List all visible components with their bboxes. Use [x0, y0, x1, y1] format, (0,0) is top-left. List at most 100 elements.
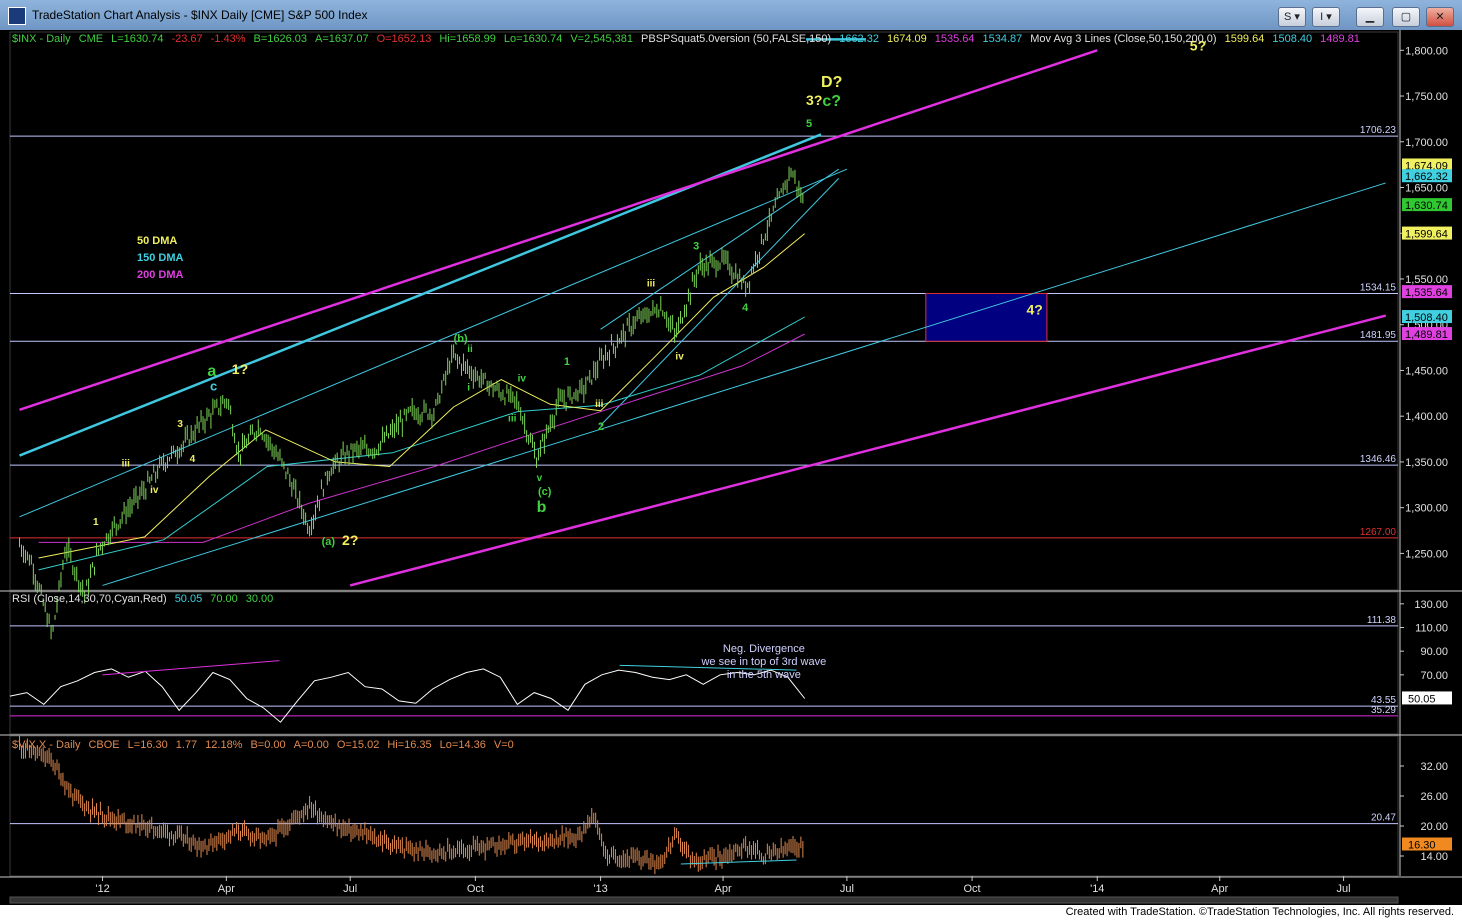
- x-tick-label: Oct: [467, 883, 484, 895]
- close-button[interactable]: ✕: [1426, 7, 1454, 27]
- footer: Created with TradeStation. ©TradeStation…: [0, 905, 1462, 920]
- header-field: -23.67: [171, 33, 202, 45]
- header-field: Hi=1658.99: [439, 33, 496, 45]
- header-field: O=1652.13: [377, 33, 432, 45]
- horizontal-line-label: 1706.23: [1360, 125, 1397, 136]
- wave-label: 3?: [806, 92, 822, 108]
- wave-label: 5: [806, 118, 812, 130]
- x-tick-label: '12: [95, 883, 109, 895]
- minimize-button[interactable]: ▁: [1356, 7, 1384, 27]
- x-tick-label: Oct: [964, 883, 981, 895]
- title-bar[interactable]: TradeStation Chart Analysis - $INX Daily…: [0, 0, 1462, 31]
- header-field: 1508.40: [1272, 33, 1312, 45]
- rsi-header-field: 70.00: [210, 593, 238, 605]
- y-tick-label: 20.00: [1420, 821, 1448, 833]
- last-value-label: 1,508.40: [1405, 312, 1448, 324]
- x-tick-label: '13: [593, 883, 607, 895]
- last-value-label: 1,662.32: [1405, 171, 1448, 183]
- wave-label: c?: [822, 93, 841, 110]
- wave-label: 3: [693, 241, 699, 253]
- rsi-annotation: Neg. Divergence: [723, 643, 805, 655]
- x-tick-label: Apr: [218, 883, 235, 895]
- last-value-label: 1,599.64: [1405, 229, 1448, 241]
- vix-header-field: V=0: [494, 739, 514, 751]
- wave-label: 4: [190, 454, 196, 465]
- y-tick-label: 32.00: [1420, 761, 1448, 773]
- vix-bars: [19, 735, 804, 875]
- header-field: B=1626.03: [254, 33, 308, 45]
- chart-area[interactable]: 1,250.00 1,300.00 1,350.00 1,400.00 1,450.00…: [0, 30, 1462, 905]
- price-header: $INX - Daily CME L=1630.74 -23.67 -1.43% B=16…: [12, 33, 1360, 45]
- wave-label: D?: [821, 74, 842, 91]
- vix-header-field: A=0.00: [294, 739, 329, 751]
- y-tick-label: 1,650.00: [1405, 183, 1448, 195]
- horizontal-line-label: 1534.15: [1360, 282, 1397, 293]
- wave-label: iv: [518, 373, 527, 384]
- rsi-header-field: 30.00: [246, 593, 274, 605]
- wave-label: a: [207, 363, 216, 380]
- y-tick-label: 1,450.00: [1405, 365, 1448, 377]
- wave-label: 2?: [342, 532, 358, 548]
- indicator-button[interactable]: I ▾: [1312, 7, 1340, 27]
- header-field: 1489.81: [1320, 33, 1360, 45]
- ma150-line: [38, 316, 805, 571]
- y-tick-label: 70.00: [1420, 670, 1448, 682]
- rsi-header-field: RSI (Close,14,30,70,Cyan,Red): [12, 593, 167, 605]
- y-tick-label: 1,550.00: [1405, 274, 1448, 286]
- wave-label: i: [467, 383, 470, 394]
- horizontal-line-label: 1346.46: [1360, 454, 1397, 465]
- x-tick-label: Apr: [1211, 883, 1228, 895]
- rsi-divergence-line: [102, 660, 280, 676]
- trendline: [102, 182, 1386, 586]
- wave-label: iii: [122, 459, 131, 470]
- wave-label: 1?: [232, 361, 248, 377]
- chart-svg[interactable]: 1,250.00 1,300.00 1,350.00 1,400.00 1,450.00…: [0, 30, 1462, 905]
- header-field: -1.43%: [211, 33, 246, 45]
- wave-label: 4: [742, 302, 749, 314]
- horizontal-line-label: 20.47: [1371, 813, 1396, 824]
- wave-label: c: [210, 379, 217, 394]
- y-tick-label: 1,250.00: [1405, 548, 1448, 560]
- wave-label: 3: [177, 419, 183, 430]
- vix-header-field: 12.18%: [205, 739, 243, 751]
- vix-header-field: O=15.02: [337, 739, 380, 751]
- horizontal-line-label: 1267.00: [1360, 527, 1397, 538]
- y-tick-label: 1,400.00: [1405, 411, 1448, 423]
- header-field: Mov Avg 3 Lines (Close,50,150,200,0): [1030, 33, 1216, 45]
- header-field: V=2,545,381: [570, 33, 633, 45]
- trendline: [600, 178, 840, 426]
- wave-label: (a): [322, 536, 336, 548]
- wave-label: b: [537, 499, 547, 516]
- wave-label: 2: [598, 421, 604, 433]
- trendlines: [19, 38, 1387, 587]
- header-field: 1674.09: [887, 33, 927, 45]
- wave-label: (b): [454, 333, 468, 345]
- header-field: 1662.32: [839, 33, 879, 45]
- footer-credit: Created with TradeStation. ©TradeStation…: [1065, 906, 1454, 918]
- wave-label: iv: [675, 351, 684, 362]
- y-tick-label: 1,700.00: [1405, 137, 1448, 149]
- vix-header-field: Hi=16.35: [387, 739, 431, 751]
- y-tick-label: 1,350.00: [1405, 457, 1448, 469]
- y-tick-label: 14.00: [1420, 851, 1448, 863]
- maximize-button[interactable]: ▢: [1392, 7, 1420, 27]
- vix-header-field: Lo=14.36: [440, 739, 486, 751]
- wave-label: v: [537, 473, 543, 484]
- trendline: [349, 314, 1387, 587]
- last-value-label: 1,489.81: [1405, 329, 1448, 341]
- vix-header-field: B=0.00: [250, 739, 285, 751]
- rsi-annotation: in the 5th wave: [727, 669, 801, 681]
- panel-frame-price: [9, 31, 1399, 591]
- app-icon: [8, 7, 26, 25]
- symbol-link-button[interactable]: S ▾: [1278, 7, 1306, 27]
- header-field: Lo=1630.74: [504, 33, 562, 45]
- y-tick-label: 130.00: [1414, 599, 1448, 611]
- vix-header-field: 1.77: [176, 739, 197, 751]
- horizontal-line-label: 35.29: [1371, 705, 1396, 716]
- legend-150-dma: 150 DMA: [137, 252, 184, 264]
- symbol-link-label: S: [1284, 11, 1292, 23]
- header-field: 1535.64: [935, 33, 975, 45]
- horizontal-scrollbar[interactable]: [9, 896, 1399, 904]
- window-title: TradeStation Chart Analysis - $INX Daily…: [32, 8, 368, 22]
- rsi-header-field: 50.05: [175, 593, 203, 605]
